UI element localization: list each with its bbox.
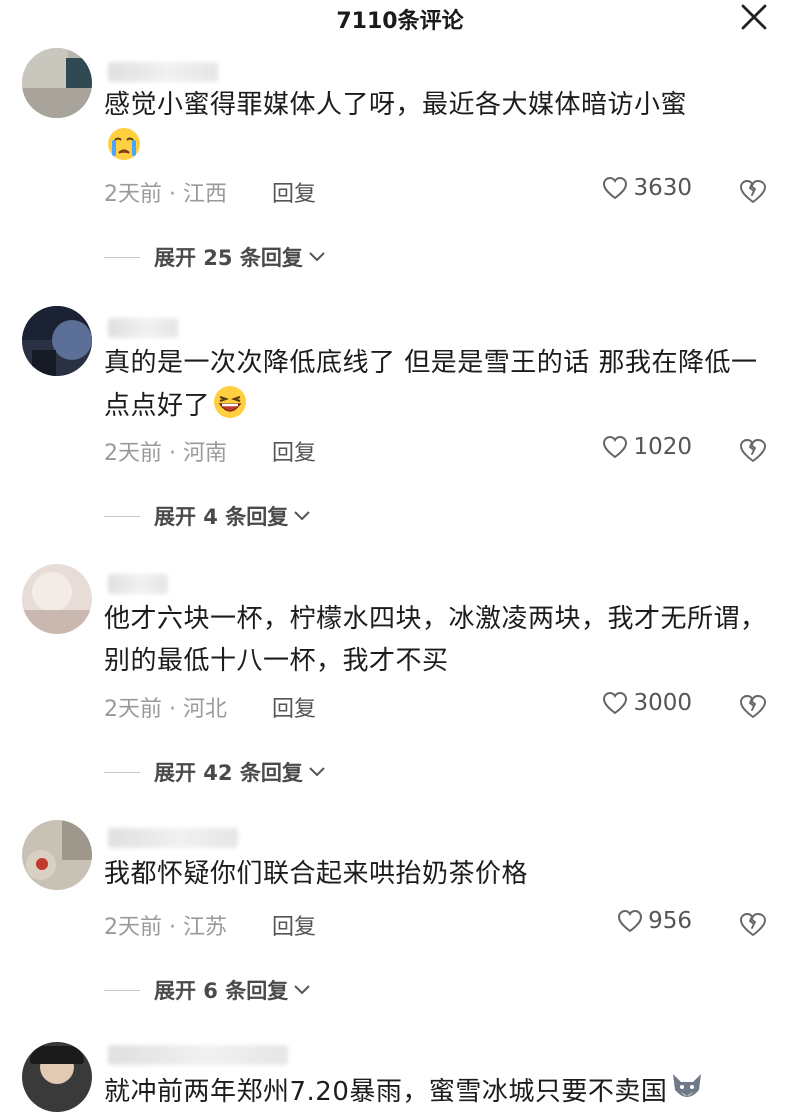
avatar[interactable]	[22, 306, 92, 376]
chevron-down-icon	[294, 985, 310, 995]
username[interactable]	[108, 828, 238, 848]
username[interactable]	[108, 318, 178, 338]
like-count: 3000	[633, 690, 692, 716]
like-count: 956	[648, 908, 692, 934]
expand-replies-button[interactable]: 展开 25 条回复	[104, 242, 327, 272]
wolf-face-emoji	[673, 1074, 702, 1097]
comment-text-content: 感觉小蜜得罪媒体人了呀，最近各大媒体暗访小蜜	[104, 90, 688, 120]
comment-text-content: 我都怀疑你们联合起来哄抬奶茶价格	[104, 859, 529, 889]
broken-heart-icon[interactable]	[738, 909, 768, 939]
avatar[interactable]	[22, 1042, 92, 1112]
comment-text: 就冲前两年郑州7.20暴雨，蜜雪冰城只要不卖国	[104, 1070, 774, 1108]
like-button[interactable]: 1020	[601, 434, 692, 460]
comment-text-content: 真的是一次次降低底线了 但是是雪王的话 那我在降低一点点好了	[104, 348, 758, 421]
comments-header: 7110条评论	[0, 0, 800, 40]
time-location: 2天前 · 河南	[104, 441, 227, 466]
reply-button[interactable]: 回复	[272, 909, 316, 941]
time-location: 2天前 · 江苏	[104, 915, 227, 940]
time-location: 2天前 · 河北	[104, 697, 227, 722]
reply-button[interactable]: 回复	[272, 176, 316, 208]
crying-face-emoji	[108, 128, 140, 160]
broken-heart-icon[interactable]	[738, 176, 768, 206]
broken-heart-icon[interactable]	[738, 435, 768, 465]
close-button[interactable]	[738, 1, 770, 33]
avatar[interactable]	[22, 48, 92, 118]
like-button[interactable]: 3630	[601, 175, 692, 201]
like-count: 1020	[633, 434, 692, 460]
heart-icon	[603, 176, 628, 200]
comment-text: 真的是一次次降低底线了 但是是雪王的话 那我在降低一点点好了	[104, 342, 774, 427]
chevron-down-icon	[309, 252, 325, 262]
chevron-down-icon	[309, 767, 325, 777]
like-button[interactable]: 956	[616, 908, 692, 934]
chevron-down-icon	[294, 511, 310, 521]
divider	[104, 256, 140, 258]
divider	[104, 989, 140, 991]
laughing-face-emoji	[214, 386, 247, 418]
expand-replies-button[interactable]: 展开 4 条回复	[104, 501, 312, 531]
expand-replies-label: 展开 25 条回复	[154, 246, 303, 270]
username[interactable]	[108, 62, 218, 82]
comment-text: 他才六块一杯，柠檬水四块，冰激凌两块，我才无所谓，别的最低十八一杯，我才不买	[104, 598, 774, 682]
avatar[interactable]	[22, 820, 92, 890]
avatar[interactable]	[22, 564, 92, 634]
expand-replies-label: 展开 42 条回复	[154, 761, 303, 785]
expand-replies-button[interactable]: 展开 6 条回复	[104, 975, 312, 1005]
expand-replies-button[interactable]: 展开 42 条回复	[104, 757, 327, 787]
comments-count-title: 7110条评论	[336, 9, 464, 34]
comment-text: 感觉小蜜得罪媒体人了呀，最近各大媒体暗访小蜜	[104, 84, 774, 169]
comment-text: 我都怀疑你们联合起来哄抬奶茶价格	[104, 853, 774, 895]
heart-icon	[603, 435, 628, 459]
heart-icon	[603, 691, 628, 715]
heart-icon	[618, 909, 643, 933]
username[interactable]	[108, 1045, 288, 1065]
like-count: 3630	[633, 175, 692, 201]
comment-text-content: 他才六块一杯，柠檬水四块，冰激凌两块，我才无所谓，别的最低十八一杯，我才不买	[104, 604, 767, 676]
expand-replies-label: 展开 4 条回复	[154, 505, 289, 529]
broken-heart-icon[interactable]	[738, 691, 768, 721]
username[interactable]	[108, 574, 168, 594]
divider	[104, 771, 140, 773]
time-location: 2天前 · 江西	[104, 182, 227, 207]
divider	[104, 515, 140, 517]
like-button[interactable]: 3000	[601, 690, 692, 716]
reply-button[interactable]: 回复	[272, 691, 316, 723]
close-icon	[741, 4, 767, 30]
comment-text-content: 就冲前两年郑州7.20暴雨，蜜雪冰城只要不卖国	[104, 1077, 668, 1107]
reply-button[interactable]: 回复	[272, 435, 316, 467]
expand-replies-label: 展开 6 条回复	[154, 979, 289, 1003]
